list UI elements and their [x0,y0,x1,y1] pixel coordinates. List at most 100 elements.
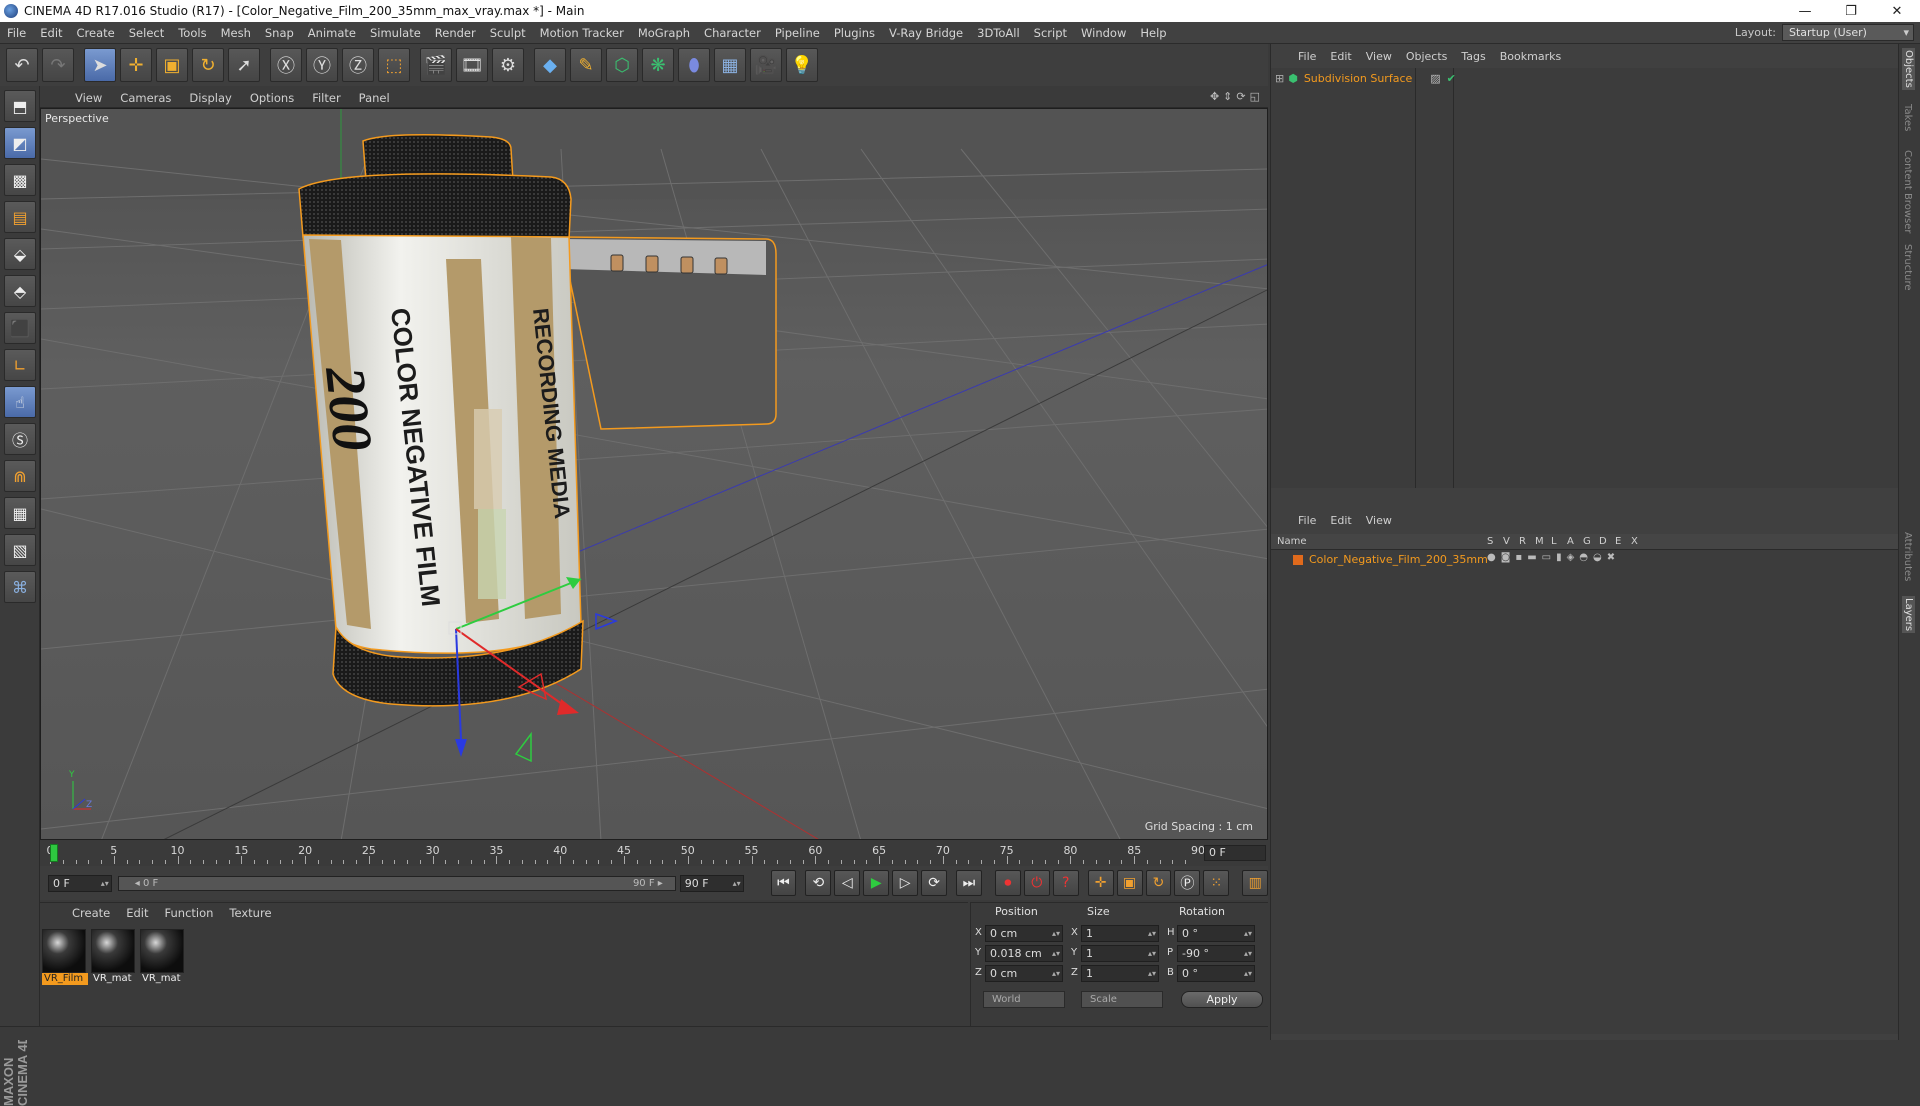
x-axis-lock-icon[interactable]: Ⓧ [270,48,302,82]
z-axis-lock-icon[interactable]: Ⓩ [342,48,374,82]
object-menu-objects[interactable]: Objects [1399,50,1455,63]
texture-mode-icon[interactable]: ▩ [4,164,36,196]
layer-menu-view[interactable]: View [1359,514,1399,527]
timeline-current-frame[interactable]: 0 F [1204,845,1266,861]
viewport-menu-display[interactable]: Display [180,91,240,105]
menu-3dtoall[interactable]: 3DToAll [970,26,1027,40]
object-menu-bookmarks[interactable]: Bookmarks [1493,50,1568,63]
material-menu-function[interactable]: Function [157,906,222,920]
preview-range-slider[interactable]: ◂ 0 F 90 F ▸ [117,875,676,891]
timeline-ruler[interactable]: 051015202530354045505560657075808590 0 F [40,842,1268,866]
tweak-mode-icon[interactable]: ☝ [4,386,36,418]
object-menu-file[interactable]: File [1291,50,1323,63]
material-menu-texture[interactable]: Texture [221,906,279,920]
phong-tag-icon[interactable]: ▨ [1430,72,1440,85]
perspective-viewport[interactable]: COLOR NEGATIVE FILM RECORDING MEDIA 200 … [40,108,1268,840]
material-menu-create[interactable]: Create [64,906,118,920]
object-menu-tags[interactable]: Tags [1454,50,1492,63]
viewport-menu-filter[interactable]: Filter [303,91,349,105]
y-axis-lock-icon[interactable]: Ⓨ [306,48,338,82]
current-frame-field[interactable]: 0 F ▴▾ [48,874,112,892]
rotation-p-field[interactable]: -90 ° ▴▾ [1177,945,1255,962]
record-keys-icon[interactable]: ⏺ [994,870,1021,896]
layer-menu-edit[interactable]: Edit [1323,514,1358,527]
orbit-icon[interactable]: ⟳ [1236,90,1245,103]
menu-animate[interactable]: Animate [301,26,363,40]
keyframe-selection-icon[interactable]: ? [1052,870,1079,896]
key-position-icon[interactable]: ✛ [1087,870,1114,896]
floor-scene-icon[interactable]: ▦ [714,48,746,82]
tab-attributes[interactable]: Attributes [1902,532,1913,581]
timeline-window-icon[interactable]: ▥ [1242,870,1269,896]
tab-takes[interactable]: Takes [1902,104,1913,131]
timeline-playhead[interactable] [50,844,58,862]
layer-menu-file[interactable]: File [1291,514,1323,527]
menu-render[interactable]: Render [428,26,483,40]
planar-workplane-icon[interactable]: ▧ [4,534,36,566]
size-y-field[interactable]: 1 ▴▾ [1081,945,1159,962]
edges-mode-icon[interactable]: ⬘ [4,275,36,307]
python-icon[interactable]: ⌘ [4,571,36,603]
layout-dropdown[interactable]: Startup (User) [1782,24,1914,41]
model-mode-icon[interactable]: ◩ [4,127,36,159]
object-row[interactable]: ⊞ ⬢ Subdivision Surface ▨ ✔ [1275,70,1456,86]
viewport-menu-panel[interactable]: Panel [350,91,399,105]
close-button[interactable]: ✕ [1874,0,1920,22]
position-x-field[interactable]: 0 cm ▴▾ [985,925,1063,942]
menu-snap[interactable]: Snap [258,26,301,40]
menu-plugins[interactable]: Plugins [827,26,882,40]
next-key-icon[interactable]: ⟳ [921,870,948,896]
tab-layers[interactable]: Layers [1902,596,1915,634]
material-swatch[interactable]: VR_mat [140,929,186,985]
position-y-field[interactable]: 0.018 cm ▴▾ [985,945,1063,962]
menu-simulate[interactable]: Simulate [363,26,428,40]
menu-create[interactable]: Create [70,26,122,40]
snapping-icon[interactable]: Ⓢ [4,423,36,455]
menu-script[interactable]: Script [1027,26,1074,40]
cube-object-icon[interactable]: ◆ [534,48,566,82]
axis-mode-icon[interactable]: ∟ [4,349,36,381]
frame-ruler[interactable]: 051015202530354045505560657075808590 [47,842,1205,866]
play-forward-icon[interactable]: ▶ [863,870,890,896]
viewport-menu-cameras[interactable]: Cameras [111,91,180,105]
render-view-icon[interactable]: 🎬 [420,48,452,82]
material-menu-edit[interactable]: Edit [118,906,156,920]
rotation-b-field[interactable]: 0 ° ▴▾ [1177,965,1255,982]
pan-icon[interactable]: ✥ [1210,90,1219,103]
layer-color-swatch[interactable] [1293,555,1303,565]
subdivision-surface-icon[interactable]: ⬡ [606,48,638,82]
polygons-mode-icon[interactable]: ⬛ [4,312,36,344]
go-to-start-icon[interactable]: ⏮ [770,870,797,896]
live-selection-icon[interactable]: ➤ [84,48,116,82]
rotation-h-field[interactable]: 0 ° ▴▾ [1177,925,1255,942]
material-swatch[interactable]: VR_Film [42,929,88,985]
coordinate-space-dropdown[interactable]: World [983,991,1065,1008]
go-to-end-icon[interactable]: ⏭ [956,870,982,896]
layer-flag-icons[interactable]: ●◙▪▬▭▮◈◓◒✖ [1487,552,1620,563]
maximize-view-icon[interactable]: ◱ [1250,90,1260,103]
tab-objects[interactable]: Objects [1902,48,1915,90]
menu-mograph[interactable]: MoGraph [631,26,697,40]
menu-tools[interactable]: Tools [171,26,213,40]
mograph-cloner-icon[interactable]: ❋ [642,48,674,82]
undo-icon[interactable]: ↶ [6,48,38,82]
menu-help[interactable]: Help [1133,26,1173,40]
workplane-mode-icon[interactable]: ▤ [4,201,36,233]
viewport-menu-options[interactable]: Options [241,91,303,105]
menu-mesh[interactable]: Mesh [214,26,258,40]
make-editable-icon[interactable]: ⬒ [4,90,36,122]
coordinate-system-icon[interactable]: ⬚ [378,48,410,82]
enabled-check-icon[interactable]: ✔ [1447,72,1456,85]
autokeying-icon[interactable]: ⏻ [1023,870,1050,896]
camera-icon[interactable]: 🎥 [750,48,782,82]
max-frame-field[interactable]: 90 F ▴▾ [679,874,744,892]
menu-motion-tracker[interactable]: Motion Tracker [533,26,631,40]
dolly-icon[interactable]: ⇕ [1223,90,1232,103]
key-parameter-icon[interactable]: Ⓟ [1174,870,1201,896]
menu-character[interactable]: Character [697,26,768,40]
size-z-field[interactable]: 1 ▴▾ [1081,965,1159,982]
points-mode-icon[interactable]: ⬙ [4,238,36,270]
recent-tool-icon[interactable]: ➚ [228,48,260,82]
spline-pen-icon[interactable]: ✎ [570,48,602,82]
menu-window[interactable]: Window [1074,26,1133,40]
